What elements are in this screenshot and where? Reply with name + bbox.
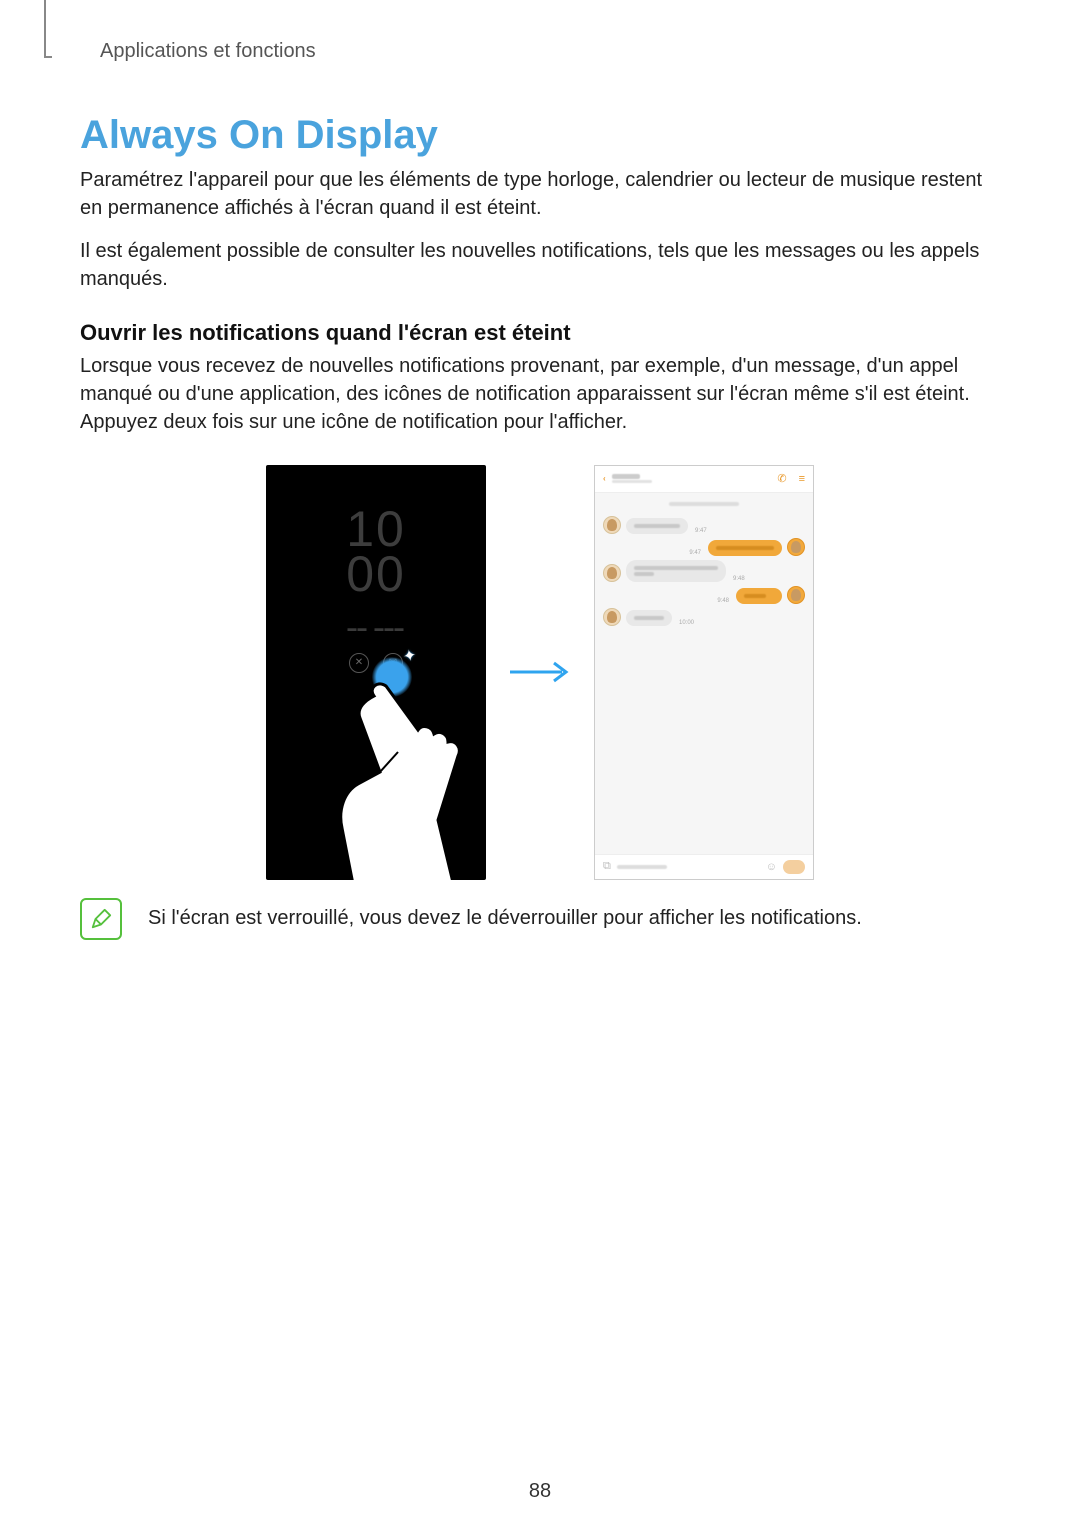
intro-paragraph-1: Paramétrez l'appareil pour que les éléme… [80, 166, 1000, 223]
aod-date-smudge: ▬▬ ▬▬▬ [266, 623, 486, 633]
figure-aod-panel: 10 00 ▬▬ ▬▬▬ ✕ ✉ ✦ [266, 465, 486, 880]
chat-input-bar: ⧉ ☺ [595, 854, 813, 879]
message-bubble [626, 560, 726, 582]
send-button[interactable] [783, 860, 805, 874]
avatar-icon [603, 608, 621, 626]
note-pencil-icon [80, 898, 122, 940]
aod-clock-minutes: 00 [266, 552, 486, 597]
avatar-icon [603, 564, 621, 582]
avatar-icon [787, 586, 805, 604]
avatar-icon [787, 538, 805, 556]
message-incoming: 10:00 [595, 606, 813, 628]
call-icon[interactable]: ✆ [777, 472, 786, 485]
avatar-icon [603, 516, 621, 534]
menu-icon[interactable]: ≡ [799, 473, 805, 485]
sub-paragraph: Lorsque vous recevez de nouvelles notifi… [80, 352, 1000, 437]
emoji-icon[interactable]: ☺ [766, 861, 777, 873]
message-bubble [708, 540, 782, 556]
figure-chat-panel: ‹ ✆ ≡ 9:47 9:47 [594, 465, 814, 880]
figure-row: 10 00 ▬▬ ▬▬▬ ✕ ✉ ✦ ‹ [80, 465, 1000, 880]
header-rule-vertical [44, 0, 46, 58]
page-title: Always On Display [80, 113, 1000, 158]
header-rule-horizontal [46, 56, 52, 58]
intro-paragraph-2: Il est également possible de consulter l… [80, 237, 1000, 294]
tap-spark-icon: ✦ [401, 645, 418, 667]
aod-clock: 10 00 [266, 507, 486, 597]
message-bubble [626, 610, 672, 626]
attach-icon[interactable]: ⧉ [603, 860, 611, 873]
section-label: Applications et fonctions [100, 40, 1000, 63]
message-incoming: 9:47 [595, 514, 813, 536]
document-page: Applications et fonctions Always On Disp… [0, 0, 1080, 1527]
chat-contact-name [612, 473, 766, 484]
message-outgoing: 9:47 [595, 536, 813, 558]
message-timestamp: 9:48 [733, 576, 745, 582]
message-timestamp: 9:48 [717, 598, 729, 604]
message-bubble [626, 518, 688, 534]
message-bubble [736, 588, 782, 604]
message-input-placeholder[interactable] [617, 865, 760, 869]
message-timestamp: 9:47 [695, 528, 707, 534]
arrow-right-icon [508, 660, 572, 684]
message-timestamp: 10:00 [679, 620, 694, 626]
aod-clock-hours: 10 [266, 507, 486, 552]
message-timestamp: 9:47 [689, 550, 701, 556]
tap-hand-icon [330, 680, 486, 880]
chat-header: ‹ ✆ ≡ [595, 466, 813, 493]
sub-heading: Ouvrir les notifications quand l'écran e… [80, 320, 1000, 346]
page-number: 88 [0, 1480, 1080, 1503]
chat-date-separator [595, 499, 813, 508]
back-icon[interactable]: ‹ [603, 474, 606, 483]
message-incoming: 9:48 [595, 558, 813, 584]
missed-call-icon: ✕ [349, 653, 369, 673]
message-outgoing: 9:48 [595, 584, 813, 606]
note-block: Si l'écran est verrouillé, vous devez le… [80, 898, 1000, 940]
note-text: Si l'écran est verrouillé, vous devez le… [148, 904, 862, 932]
